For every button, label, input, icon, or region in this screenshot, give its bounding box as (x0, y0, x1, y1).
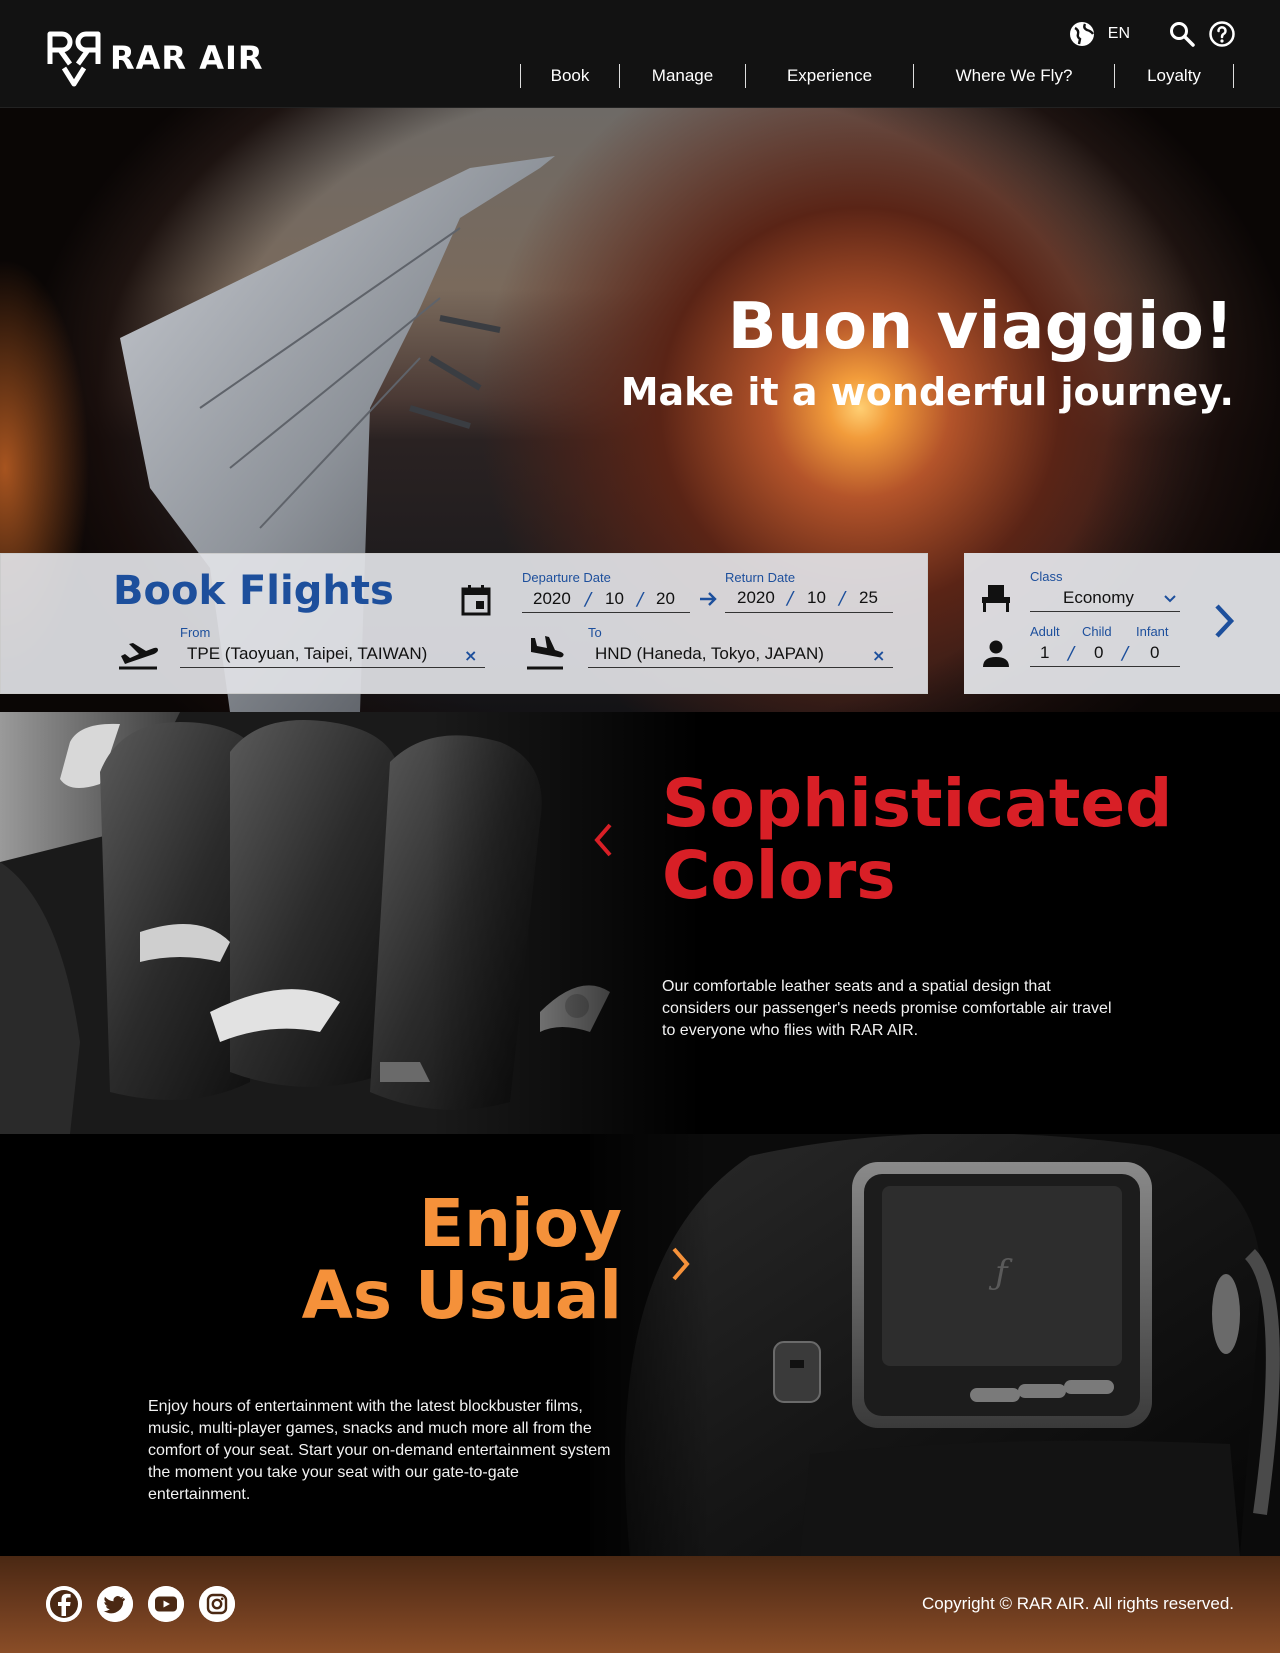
class-label: Class (1030, 569, 1063, 584)
section-description: Enjoy hours of entertainment with the la… (148, 1398, 611, 1503)
search-flights-next-button[interactable] (1212, 603, 1236, 639)
departure-plane-icon (119, 643, 158, 670)
return-month: 10 (807, 588, 826, 607)
passenger-panel: Class Economy Adult Child Infant 1 / 0 /… (964, 553, 1280, 694)
logo[interactable]: RAR AIR (46, 28, 264, 88)
chevron-right-icon[interactable] (670, 1246, 692, 1282)
booking-title: Book Flights (113, 568, 394, 614)
site-header: RAR AIR EN Book Manage Experience Where … (0, 0, 1280, 108)
twitter-icon[interactable] (97, 1586, 133, 1622)
title-line: Sophisticated (662, 765, 1173, 842)
facebook-icon[interactable] (46, 1586, 82, 1622)
departure-month: 10 (605, 589, 624, 608)
return-year: 2020 (737, 588, 775, 607)
copyright-text: Copyright © RAR AIR. All rights reserved… (921, 1594, 1234, 1613)
departure-year: 2020 (533, 589, 571, 608)
title-line: Enjoy (418, 1185, 622, 1262)
section-title-colors: Sophisticated Colors (662, 768, 1172, 912)
brand-name: RAR AIR (110, 39, 264, 77)
child-label: Child (1082, 624, 1112, 639)
site-footer: Copyright © RAR AIR. All rights reserved… (0, 1556, 1280, 1653)
from-label: From (180, 625, 211, 640)
nav-loyalty[interactable]: Loyalty (1114, 64, 1234, 88)
person-icon (983, 640, 1009, 667)
date-separator: / (585, 589, 592, 610)
from-value: TPE (Taoyuan, Taipei, TAIWAN) (187, 644, 428, 663)
image-fade (430, 712, 700, 1134)
from-clear-button[interactable]: × (464, 646, 477, 665)
date-separator: / (637, 589, 644, 610)
date-separator: / (787, 588, 794, 609)
hero-subtitle: Make it a wonderful journey. (620, 370, 1234, 414)
chevron-down-icon[interactable] (1164, 595, 1176, 603)
child-count: 0 (1094, 643, 1104, 662)
hero-title: Buon viaggio! (727, 290, 1234, 364)
help-icon[interactable] (1208, 20, 1236, 48)
nav-book[interactable]: Book (520, 64, 619, 88)
booking-panel: Book Flights From TPE (Taoyuan, Taipei, … (0, 553, 928, 694)
main-nav: Book Manage Experience Where We Fly? Loy… (520, 64, 1234, 88)
title-line: As Usual (301, 1257, 622, 1334)
infant-count: 0 (1150, 643, 1160, 662)
utility-bar: EN (1068, 20, 1236, 48)
nav-where-we-fly[interactable]: Where We Fly? (913, 64, 1114, 88)
arrow-right-icon (700, 592, 717, 606)
count-separator: / (1122, 643, 1129, 664)
infant-label: Infant (1136, 624, 1169, 639)
return-day: 25 (859, 588, 878, 607)
social-links (46, 1586, 250, 1622)
class-value: Economy (1063, 588, 1134, 607)
youtube-icon[interactable] (148, 1586, 184, 1622)
logo-mark-icon (47, 31, 101, 87)
feature-seats-section: Sophisticated Colors Our comfortable lea… (0, 712, 1280, 1134)
title-line: Colors (662, 837, 896, 914)
return-date-label: Return Date (725, 570, 796, 585)
calendar-icon[interactable] (461, 584, 491, 616)
departure-day: 20 (656, 589, 675, 608)
instagram-icon[interactable] (199, 1586, 235, 1622)
section-description: Our comfortable leather seats and a spat… (662, 978, 1112, 1039)
language-selector[interactable]: EN (1108, 25, 1130, 43)
section-title-enjoy: Enjoy As Usual (302, 1188, 622, 1332)
search-icon[interactable] (1168, 20, 1196, 48)
nav-experience[interactable]: Experience (745, 64, 913, 88)
count-separator: / (1068, 643, 1075, 664)
adult-label: Adult (1030, 624, 1060, 639)
to-value: HND (Haneda, Tokyo, JAPAN) (595, 644, 824, 663)
feature-entertainment-section: ƒ Enjoy As Usual Enjoy hours of entertai… (0, 1134, 1280, 1556)
adult-count: 1 (1040, 643, 1050, 662)
date-separator: / (839, 588, 846, 609)
nav-manage[interactable]: Manage (619, 64, 745, 88)
globe-icon[interactable] (1068, 20, 1096, 48)
chevron-left-icon[interactable] (592, 822, 614, 858)
arrival-plane-icon (527, 636, 564, 670)
to-label: To (588, 625, 602, 640)
seat-icon (982, 585, 1010, 612)
departure-date-label: Departure Date (522, 570, 611, 585)
to-clear-button[interactable]: × (872, 646, 885, 665)
